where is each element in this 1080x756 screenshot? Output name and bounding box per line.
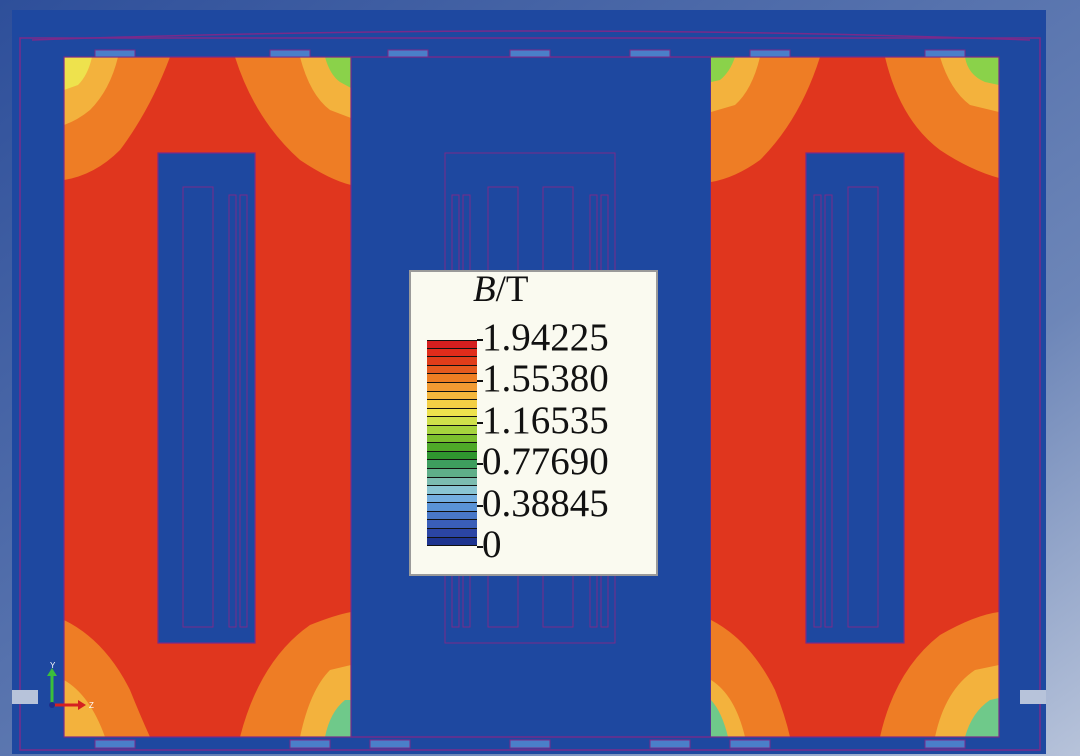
colorbar-band [427,503,477,512]
colorbar-band [427,468,477,478]
colorbar-tick-label: 1.55380 [482,357,609,401]
colorbar-band [427,425,477,435]
y-axis-label: Y [50,661,56,670]
colorbar-tick-mark [477,380,483,383]
colorbar-tick-label: 0 [482,523,502,566]
colorbar-band [427,340,477,349]
colorbar-band [427,529,477,538]
colorbar-band [427,348,477,358]
x-axis-label: Z [89,701,94,710]
legend-title: B/T [473,269,529,310]
colorbar-band [427,451,477,461]
colorbar-band [427,417,477,426]
colorbar-band [427,400,477,409]
colorbar-band [427,391,477,401]
colorbar-band [427,408,477,418]
left-core-limb [64,57,351,737]
axis-triad: Y Z [47,661,94,710]
colorbar-band [427,374,477,383]
colorbar-tick-mark [477,546,483,548]
colorbar-tick-label: 1.94225 [482,316,609,359]
colorbar-band [427,434,477,444]
colorbar-band [427,460,477,469]
colorbar-tick-mark [477,339,483,341]
colorbar-band [427,537,477,547]
colorbar-band [427,511,477,521]
colorbar-band [427,382,477,392]
colorbar-legend: B/T 1.94225 1.55380 1.16535 0.77690 0.38845 0 [409,269,658,576]
colorbar-band [427,477,477,487]
colorbar-tick-label: 1.16535 [482,398,609,442]
colorbar-band [427,357,477,366]
colorbar [427,340,477,547]
colorbar-tick-mark [477,463,483,466]
colorbar-tick-label: 0.77690 [482,440,609,484]
colorbar-band [427,494,477,504]
right-core-limb [711,57,999,737]
colorbar-tick-label: 0.38845 [482,481,609,525]
colorbar-band [427,486,477,495]
colorbar-band [427,443,477,452]
colorbar-tick-mark [477,421,483,424]
colorbar-band [427,520,477,530]
colorbar-tick-mark [477,504,483,507]
colorbar-band [427,365,477,375]
